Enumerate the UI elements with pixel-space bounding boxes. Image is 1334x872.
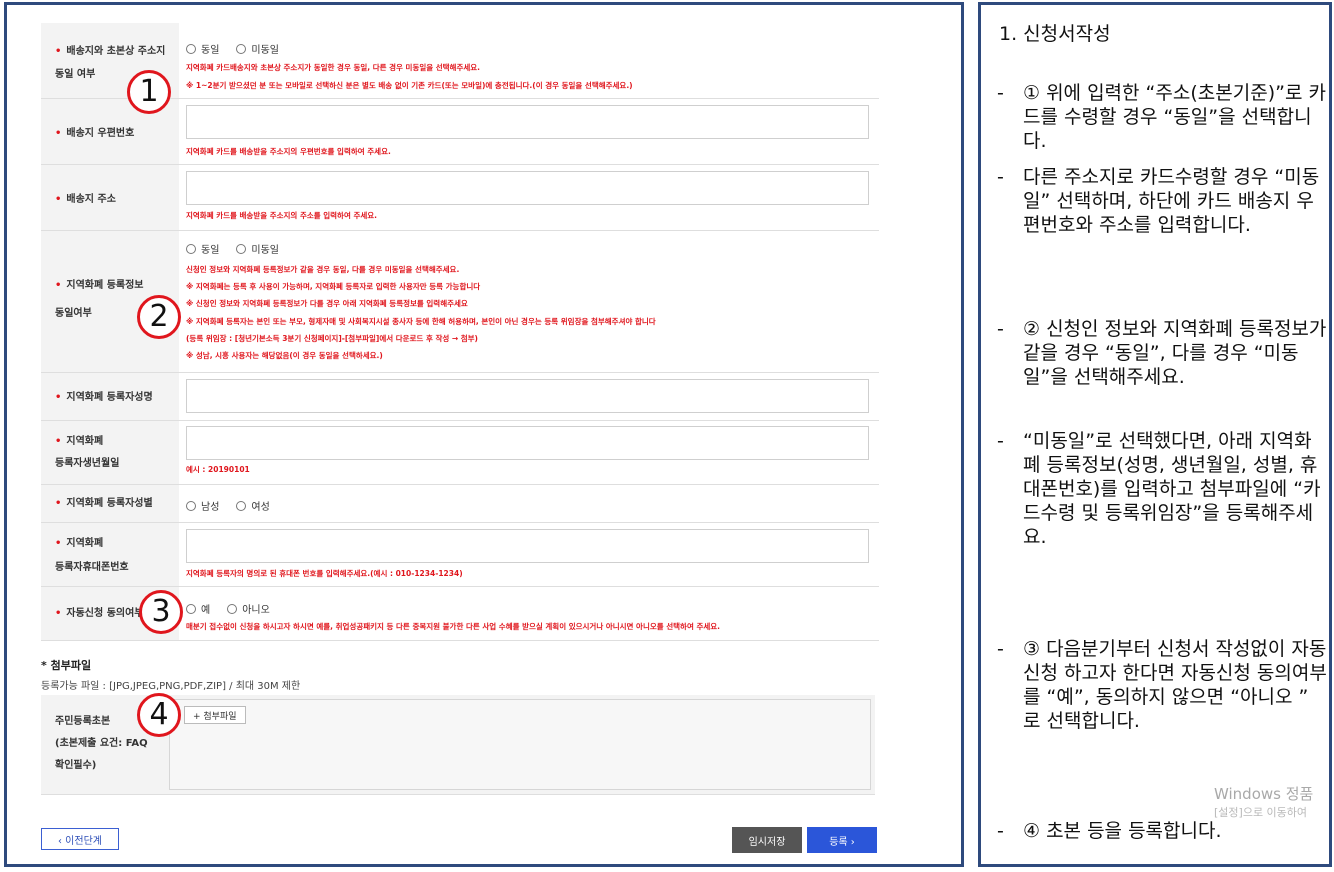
note-phone: 지역화폐 등록자의 명의로 된 휴대폰 번호를 입력해주세요.(예시 : 010…: [186, 569, 463, 578]
label-shipping-same-2: 동일 여부: [55, 69, 96, 80]
note-shipping-2: ※ 1~2분기 받으셨던 분 또는 모바일로 선택하신 분은 별도 배송 없이 …: [186, 81, 633, 90]
radio-currency-same[interactable]: 동일: [186, 241, 219, 256]
note-currency-5: (등록 위임장 : [청년기본소득 3분기 신청페이지]-[첨부파일]에서 다운…: [186, 334, 478, 343]
label-registrant-phone: 지역화폐: [66, 538, 104, 549]
guide-item-3: - ② 신청인 정보와 지역화폐 등록정보가 같을 경우 “동일”, 다를 경우…: [997, 318, 1327, 388]
marker-3: 3: [139, 590, 183, 634]
attachment-note: 등록가능 파일 : [JPG,JPEG,PNG,PDF,ZIP] / 최대 30…: [41, 681, 301, 692]
birth-input[interactable]: [186, 426, 869, 460]
row-registrant-birth: • 지역화폐 등록자생년월일 예시 : 20190101: [41, 421, 879, 485]
marker-4: 4: [137, 693, 181, 737]
phone-input[interactable]: [186, 529, 869, 563]
form-screenshot-panel: • 배송지와 초본상 주소지 동일 여부 동일 미동일 지역화폐 카드배송지와 초…: [4, 2, 964, 867]
note-auto-apply: 매분기 접수없이 신청을 하시고자 하시면 예를, 취업성공패키지 등 다른 중…: [186, 622, 721, 631]
temp-save-button[interactable]: 임시저장: [732, 827, 802, 853]
previous-step-button[interactable]: ‹ 이전단계: [41, 828, 119, 850]
radio-no[interactable]: 아니오: [227, 601, 270, 616]
radio-female[interactable]: 여성: [236, 498, 270, 513]
note-currency-2: ※ 지역화폐는 등록 후 사용이 가능하며, 지역화폐 등록자로 입력한 사용자…: [186, 282, 481, 291]
label-shipping-same: 배송지와 초본상 주소지: [66, 46, 166, 57]
label-registrant-gender: 지역화폐 등록자성별: [66, 498, 153, 509]
radio-not-same[interactable]: 미동일: [236, 41, 279, 56]
guide-item-4: - “미동일”로 선택했다면, 아래 지역화폐 등록정보(성명, 생년월일, 성…: [997, 430, 1321, 548]
guide-item-1: - ① 위에 입력한 “주소(초본기준)”로 카드를 수령할 경우 “동일”을 …: [997, 82, 1326, 152]
marker-2: 2: [137, 295, 181, 339]
note-currency-4: ※ 지역화폐 등록자는 본인 또는 부모, 형제자매 및 사회복지시설 종사자 …: [186, 317, 656, 326]
radio-currency-not-same[interactable]: 미동일: [236, 241, 279, 256]
row-registrant-name: • 지역화폐 등록자성명: [41, 373, 879, 421]
label-address: 배송지 주소: [66, 194, 116, 205]
attachment-title: * 첨부파일: [41, 659, 92, 672]
windows-watermark-sub: [설정]으로 이동하여: [1214, 806, 1308, 819]
note-zipcode: 지역화폐 카드를 배송받을 주소지의 우편번호를 입력하여 주세요.: [186, 147, 391, 156]
marker-1: 1: [127, 70, 171, 114]
label-currency-same: 지역화폐 등록정보: [66, 280, 144, 291]
zipcode-input[interactable]: [186, 105, 869, 139]
guide-title: 1. 신청서작성: [999, 23, 1111, 45]
label-registrant-birth-2: 등록자생년월일: [55, 458, 120, 469]
label-registrant-phone-2: 등록자휴대폰번호: [55, 562, 129, 573]
note-currency-1: 신청인 정보와 지역화폐 등록정보가 같을 경우 동일, 다를 경우 미동일을 …: [186, 265, 460, 274]
submit-button[interactable]: 등록 ›: [807, 827, 877, 853]
attachment-drop-area[interactable]: + 첨부파일: [169, 699, 871, 790]
row-shipping-address: • 배송지 주소 지역화폐 카드를 배송받을 주소지의 주소를 입력하여 주세요.: [41, 165, 879, 231]
guide-panel: 1. 신청서작성 - ① 위에 입력한 “주소(초본기준)”로 카드를 수령할 …: [978, 2, 1332, 867]
row-shipping-zipcode: • 배송지 우편번호 지역화폐 카드를 배송받을 주소지의 우편번호를 입력하여 …: [41, 99, 879, 165]
label-registrant-name: 지역화폐 등록자성명: [66, 392, 153, 403]
note-birth: 예시 : 20190101: [186, 465, 250, 474]
windows-watermark: Windows 정품: [1214, 785, 1314, 803]
address-input[interactable]: [186, 171, 869, 205]
guide-item-5: - ③ 다음분기부터 신청서 작성없이 자동신청 하고자 한다면 자동신청 동의…: [997, 638, 1327, 732]
row-registrant-phone: • 지역화폐 등록자휴대폰번호 지역화폐 등록자의 명의로 된 휴대폰 번호를 입…: [41, 523, 879, 587]
guide-item-6: - ④ 초본 등을 등록합니다.: [997, 820, 1222, 842]
note-currency-3: ※ 신청인 정보와 지역화폐 등록정보가 다를 경우 아래 지역화폐 등록정보를…: [186, 299, 468, 308]
row-registrant-gender: • 지역화폐 등록자성별 남성 여성: [41, 485, 879, 523]
add-attachment-button[interactable]: + 첨부파일: [184, 706, 246, 724]
note-currency-6: ※ 성남, 시흥 사용자는 해당없음(이 경우 동일을 선택하세요.): [186, 351, 383, 360]
note-address: 지역화폐 카드를 배송받을 주소지의 주소를 입력하여 주세요.: [186, 211, 378, 220]
attachment-label: 주민등록초본 (초본제출 요건: FAQ 확인필수): [55, 716, 148, 771]
label-registrant-birth: 지역화폐: [66, 436, 104, 447]
radio-male[interactable]: 남성: [186, 498, 219, 513]
label-zipcode: 배송지 우편번호: [66, 128, 135, 139]
radio-same[interactable]: 동일: [186, 41, 219, 56]
label-auto-apply: 자동신청 동의여부: [66, 608, 144, 619]
label-currency-same-2: 동일여부: [55, 308, 92, 319]
guide-item-2: - 다른 주소지로 카드수령할 경우 “미동일” 선택하며, 하단에 카드 배송…: [997, 166, 1320, 236]
radio-yes[interactable]: 예: [186, 601, 210, 616]
note-shipping-1: 지역화폐 카드배송지와 초본상 주소지가 동일한 경우 동일, 다른 경우 미동…: [186, 63, 481, 72]
registrant-name-input[interactable]: [186, 379, 869, 413]
